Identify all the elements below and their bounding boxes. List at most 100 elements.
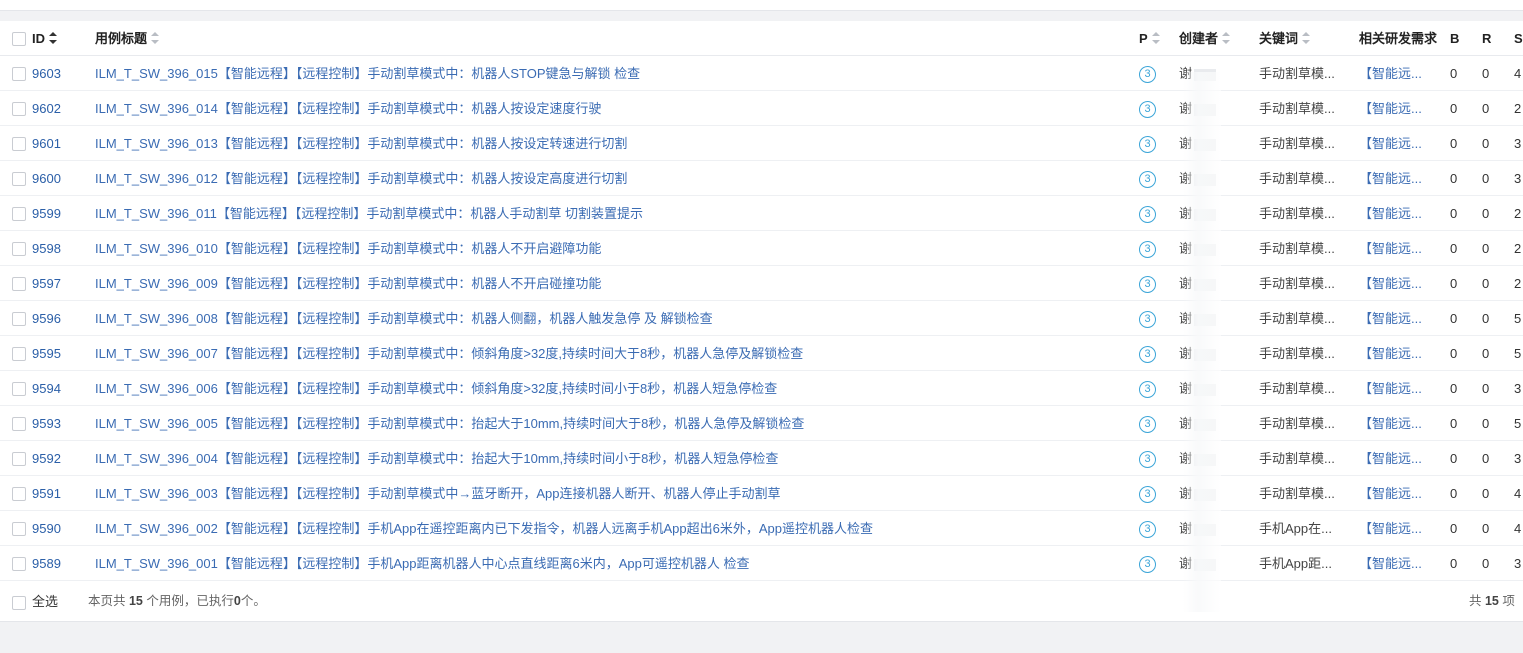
related-requirement-link[interactable]: 【智能远... xyxy=(1359,231,1439,266)
case-id-link[interactable]: 9600 xyxy=(32,161,61,196)
row-checkbox[interactable] xyxy=(12,277,26,291)
related-requirement-link[interactable]: 【智能远... xyxy=(1359,546,1439,581)
case-title-link[interactable]: ILM_T_SW_396_010【智能远程】【远程控制】手动割草模式中：机器人不… xyxy=(95,231,1125,266)
table-row[interactable]: 9599 ILM_T_SW_396_011【智能远程】【远程控制】手动割草模式中：… xyxy=(0,196,1523,231)
related-requirement-link[interactable]: 【智能远... xyxy=(1359,371,1439,406)
case-id-link[interactable]: 9589 xyxy=(32,546,61,581)
creator-cell: 谢 xyxy=(1179,91,1217,126)
case-id-link[interactable]: 9597 xyxy=(32,266,61,301)
case-id-link[interactable]: 9594 xyxy=(32,371,61,406)
sort-icon[interactable] xyxy=(1151,32,1160,44)
case-title-link[interactable]: ILM_T_SW_396_008【智能远程】【远程控制】手动割草模式中：机器人侧… xyxy=(95,301,1125,336)
table-row[interactable]: 9596 ILM_T_SW_396_008【智能远程】【远程控制】手动割草模式中：… xyxy=(0,301,1523,336)
creator-cell: 谢 xyxy=(1179,301,1217,336)
case-id-link[interactable]: 9602 xyxy=(32,91,61,126)
row-checkbox[interactable] xyxy=(12,172,26,186)
b-count: 0 xyxy=(1450,311,1458,326)
related-requirement-link[interactable]: 【智能远... xyxy=(1359,266,1439,301)
case-title-link[interactable]: ILM_T_SW_396_004【智能远程】【远程控制】手动割草模式中：抬起大于… xyxy=(95,441,1125,476)
case-title-link[interactable]: ILM_T_SW_396_012【智能远程】【远程控制】手动割草模式中：机器人按… xyxy=(95,161,1125,196)
case-title-link[interactable]: ILM_T_SW_396_005【智能远程】【远程控制】手动割草模式中：抬起大于… xyxy=(95,406,1125,441)
row-checkbox[interactable] xyxy=(12,67,26,81)
table-row[interactable]: 9601 ILM_T_SW_396_013【智能远程】【远程控制】手动割草模式中：… xyxy=(0,126,1523,161)
table-row[interactable]: 9594 ILM_T_SW_396_006【智能远程】【远程控制】手动割草模式中：… xyxy=(0,371,1523,406)
table-row[interactable]: 9602 ILM_T_SW_396_014【智能远程】【远程控制】手动割草模式中：… xyxy=(0,91,1523,126)
header-checkbox[interactable] xyxy=(12,32,26,46)
row-checkbox[interactable] xyxy=(12,522,26,536)
related-requirement-link[interactable]: 【智能远... xyxy=(1359,301,1439,336)
sort-icon[interactable] xyxy=(151,32,160,44)
table-row[interactable]: 9591 ILM_T_SW_396_003【智能远程】【远程控制】手动割草模式中→… xyxy=(0,476,1523,511)
case-id-link[interactable]: 9592 xyxy=(32,441,61,476)
case-id-link[interactable]: 9595 xyxy=(32,336,61,371)
related-requirement-link[interactable]: 【智能远... xyxy=(1359,336,1439,371)
select-all-label[interactable]: 全选 xyxy=(32,581,58,621)
case-id-link[interactable]: 9599 xyxy=(32,196,61,231)
case-title-link[interactable]: ILM_T_SW_396_001【智能远程】【远程控制】手机App距离机器人中心… xyxy=(95,546,1125,581)
row-checkbox[interactable] xyxy=(12,487,26,501)
select-all-checkbox[interactable] xyxy=(12,596,26,610)
row-checkbox[interactable] xyxy=(12,312,26,326)
case-title-link[interactable]: ILM_T_SW_396_013【智能远程】【远程控制】手动割草模式中：机器人按… xyxy=(95,126,1125,161)
creator-cell: 谢 xyxy=(1179,56,1217,91)
row-checkbox[interactable] xyxy=(12,452,26,466)
table-row[interactable]: 9595 ILM_T_SW_396_007【智能远程】【远程控制】手动割草模式中：… xyxy=(0,336,1523,371)
related-requirement-link[interactable]: 【智能远... xyxy=(1359,161,1439,196)
related-requirement-link[interactable]: 【智能远... xyxy=(1359,476,1439,511)
case-id-link[interactable]: 9591 xyxy=(32,476,61,511)
column-creator[interactable]: 创建者 xyxy=(1179,21,1231,56)
case-id-link[interactable]: 9603 xyxy=(32,56,61,91)
table-row[interactable]: 9598 ILM_T_SW_396_010【智能远程】【远程控制】手动割草模式中：… xyxy=(0,231,1523,266)
sort-icon[interactable] xyxy=(1222,32,1231,44)
table-row[interactable]: 9592 ILM_T_SW_396_004【智能远程】【远程控制】手动割草模式中：… xyxy=(0,441,1523,476)
table-row[interactable]: 9593 ILM_T_SW_396_005【智能远程】【远程控制】手动割草模式中：… xyxy=(0,406,1523,441)
case-title-link[interactable]: ILM_T_SW_396_006【智能远程】【远程控制】手动割草模式中：倾斜角度… xyxy=(95,371,1125,406)
column-title[interactable]: 用例标题 xyxy=(95,21,160,56)
related-requirement-link[interactable]: 【智能远... xyxy=(1359,126,1439,161)
case-title-link[interactable]: ILM_T_SW_396_002【智能远程】【远程控制】手机App在遥控距离内已… xyxy=(95,511,1125,546)
case-id-link[interactable]: 9593 xyxy=(32,406,61,441)
sort-icon[interactable] xyxy=(1302,32,1311,44)
related-requirement-link[interactable]: 【智能远... xyxy=(1359,441,1439,476)
related-requirement-link[interactable]: 【智能远... xyxy=(1359,91,1439,126)
row-checkbox[interactable] xyxy=(12,417,26,431)
case-title-link[interactable]: ILM_T_SW_396_014【智能远程】【远程控制】手动割草模式中：机器人按… xyxy=(95,91,1125,126)
sort-icon[interactable] xyxy=(49,32,57,44)
case-id-link[interactable]: 9598 xyxy=(32,231,61,266)
related-requirement-link[interactable]: 【智能远... xyxy=(1359,511,1439,546)
case-title-link[interactable]: ILM_T_SW_396_007【智能远程】【远程控制】手动割草模式中：倾斜角度… xyxy=(95,336,1125,371)
case-title-link[interactable]: ILM_T_SW_396_003【智能远程】【远程控制】手动割草模式中→蓝牙断开… xyxy=(95,476,1125,511)
redacted-mask xyxy=(1194,243,1217,256)
table-row[interactable]: 9590 ILM_T_SW_396_002【智能远程】【远程控制】手机App在遥控… xyxy=(0,511,1523,546)
table-row[interactable]: 9597 ILM_T_SW_396_009【智能远程】【远程控制】手动割草模式中：… xyxy=(0,266,1523,301)
case-title-link[interactable]: ILM_T_SW_396_015【智能远程】【远程控制】手动割草模式中：机器人S… xyxy=(95,56,1125,91)
s-count: 3 xyxy=(1514,381,1522,396)
row-checkbox[interactable] xyxy=(12,347,26,361)
row-checkbox[interactable] xyxy=(12,242,26,256)
row-checkbox[interactable] xyxy=(12,102,26,116)
related-requirement-link[interactable]: 【智能远... xyxy=(1359,406,1439,441)
keyword-cell: 手动割草模... xyxy=(1259,346,1335,361)
b-count: 0 xyxy=(1450,206,1458,221)
row-checkbox[interactable] xyxy=(12,137,26,151)
case-id-link[interactable]: 9601 xyxy=(32,126,61,161)
related-requirement-link[interactable]: 【智能远... xyxy=(1359,56,1439,91)
r-count: 0 xyxy=(1482,171,1490,186)
row-checkbox[interactable] xyxy=(12,382,26,396)
table-row[interactable]: 9603 ILM_T_SW_396_015【智能远程】【远程控制】手动割草模式中：… xyxy=(0,56,1523,91)
row-checkbox[interactable] xyxy=(12,207,26,221)
case-title-link[interactable]: ILM_T_SW_396_011【智能远程】【远程控制】手动割草模式中：机器人手… xyxy=(95,196,1125,231)
column-id[interactable]: ID xyxy=(32,21,57,56)
priority-badge: 3 xyxy=(1139,136,1156,154)
case-id-link[interactable]: 9596 xyxy=(32,301,61,336)
case-title-link[interactable]: ILM_T_SW_396_009【智能远程】【远程控制】手动割草模式中：机器人不… xyxy=(95,266,1125,301)
column-keyword[interactable]: 关键词 xyxy=(1259,21,1311,56)
table-row[interactable]: 9589 ILM_T_SW_396_001【智能远程】【远程控制】手机App距离机… xyxy=(0,546,1523,581)
row-checkbox[interactable] xyxy=(12,557,26,571)
s-count: 2 xyxy=(1514,241,1522,256)
related-requirement-link[interactable]: 【智能远... xyxy=(1359,196,1439,231)
column-priority[interactable]: P xyxy=(1139,21,1160,56)
table-row[interactable]: 9600 ILM_T_SW_396_012【智能远程】【远程控制】手动割草模式中：… xyxy=(0,161,1523,196)
case-id-link[interactable]: 9590 xyxy=(32,511,61,546)
r-count: 0 xyxy=(1482,66,1490,81)
